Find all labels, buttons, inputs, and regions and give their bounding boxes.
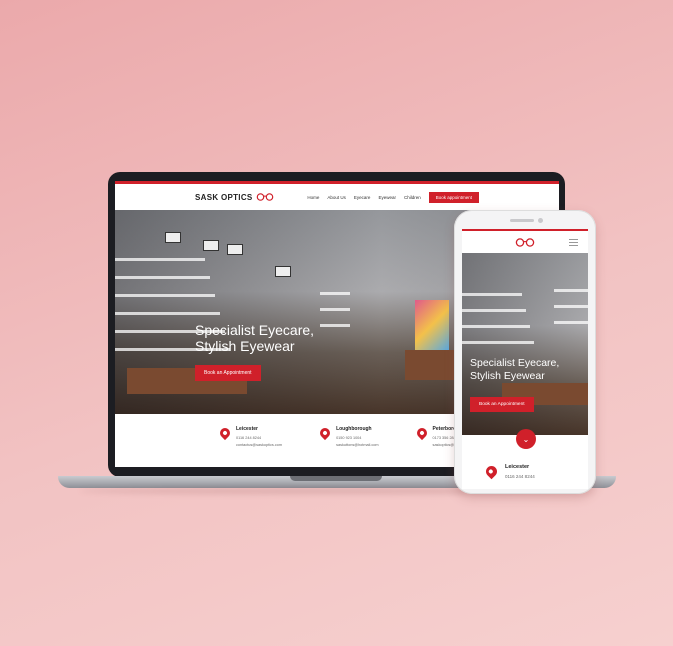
site-header: SASK OPTICS Home About Us Eyecare Eyewea…: [115, 184, 559, 210]
location-email[interactable]: contactus@saskoptics.com: [236, 443, 282, 447]
glasses-icon[interactable]: [515, 237, 535, 247]
hero-heading-line1: Specialist Eyecare,: [195, 322, 315, 338]
mobile-hero-heading-line2: Stylish Eyewear: [470, 369, 545, 382]
location-name: Leicester: [505, 464, 530, 470]
wall-picture: [165, 232, 181, 243]
mobile-location-leicester: Leicester 0116 244 8244: [483, 463, 535, 482]
mobile-hero-heading-line1: Specialist Eyecare,: [470, 357, 560, 369]
nav-eyewear[interactable]: Eyewear: [378, 195, 396, 200]
wall-picture: [203, 240, 219, 251]
map-pin-icon: [217, 425, 233, 441]
main-nav: Home About Us Eyecare Eyewear Children B…: [307, 191, 479, 203]
shelf: [554, 289, 588, 292]
location-phone[interactable]: 0116 244 8244: [236, 436, 282, 440]
hero-heading: Specialist Eyecare, Stylish Eyewear: [195, 322, 314, 354]
map-pin-icon: [483, 463, 500, 480]
shelf: [320, 308, 350, 311]
shelf: [115, 276, 210, 279]
location-phone[interactable]: 0150 923 1004: [336, 436, 378, 440]
mobile-header: [462, 231, 588, 253]
phone-speaker: [510, 219, 534, 222]
mobile-hero-heading: Specialist Eyecare, Stylish Eyewear: [470, 357, 559, 382]
shelf: [462, 341, 534, 344]
shelf: [115, 258, 205, 261]
phone-camera: [538, 218, 543, 223]
nav-children[interactable]: Children: [404, 195, 421, 200]
location-name: Leicester: [236, 426, 258, 432]
shelf: [462, 309, 526, 312]
nav-eyecare[interactable]: Eyecare: [354, 195, 371, 200]
location-name: Loughborough: [336, 426, 372, 432]
book-appointment-button[interactable]: Book appointment: [428, 191, 479, 203]
glasses-icon: [256, 193, 273, 201]
shelf: [554, 305, 588, 308]
hero-book-button[interactable]: Book an Appointment: [195, 365, 261, 381]
location-loughborough: Loughborough 0150 923 1004 saskuttons@ho…: [317, 425, 379, 450]
location-email[interactable]: saskuttons@hotmail.com: [336, 443, 378, 447]
wall-art: [415, 300, 449, 350]
map-pin-icon: [317, 425, 333, 441]
location-phone[interactable]: 0116 244 8244: [505, 474, 535, 479]
shelf: [554, 321, 588, 324]
logo[interactable]: SASK OPTICS: [195, 193, 274, 202]
location-leicester: Leicester 0116 244 8244 contactus@saskop…: [217, 425, 282, 450]
chevron-down-icon[interactable]: ⌄: [516, 429, 536, 449]
wall-picture: [227, 244, 243, 255]
hamburger-menu-icon[interactable]: [569, 239, 578, 248]
mobile-hero-banner: Specialist Eyecare, Stylish Eyewear Book…: [462, 253, 588, 435]
nav-home[interactable]: Home: [307, 195, 319, 200]
hero-heading-line2: Stylish Eyewear: [195, 338, 295, 355]
shelf: [115, 312, 220, 315]
phone-screen: Specialist Eyecare, Stylish Eyewear Book…: [462, 229, 588, 489]
logo-text: SASK OPTICS: [195, 192, 253, 202]
shelf: [115, 294, 215, 297]
shelf: [320, 324, 350, 327]
mobile-hero-book-button[interactable]: Book an Appointment: [470, 397, 534, 412]
wall-picture: [275, 266, 291, 277]
shelf: [320, 292, 350, 295]
nav-about-us[interactable]: About Us: [327, 195, 346, 200]
shelf: [462, 325, 530, 328]
shelf: [462, 293, 522, 296]
map-pin-icon: [414, 425, 429, 441]
laptop-notch: [290, 476, 382, 481]
